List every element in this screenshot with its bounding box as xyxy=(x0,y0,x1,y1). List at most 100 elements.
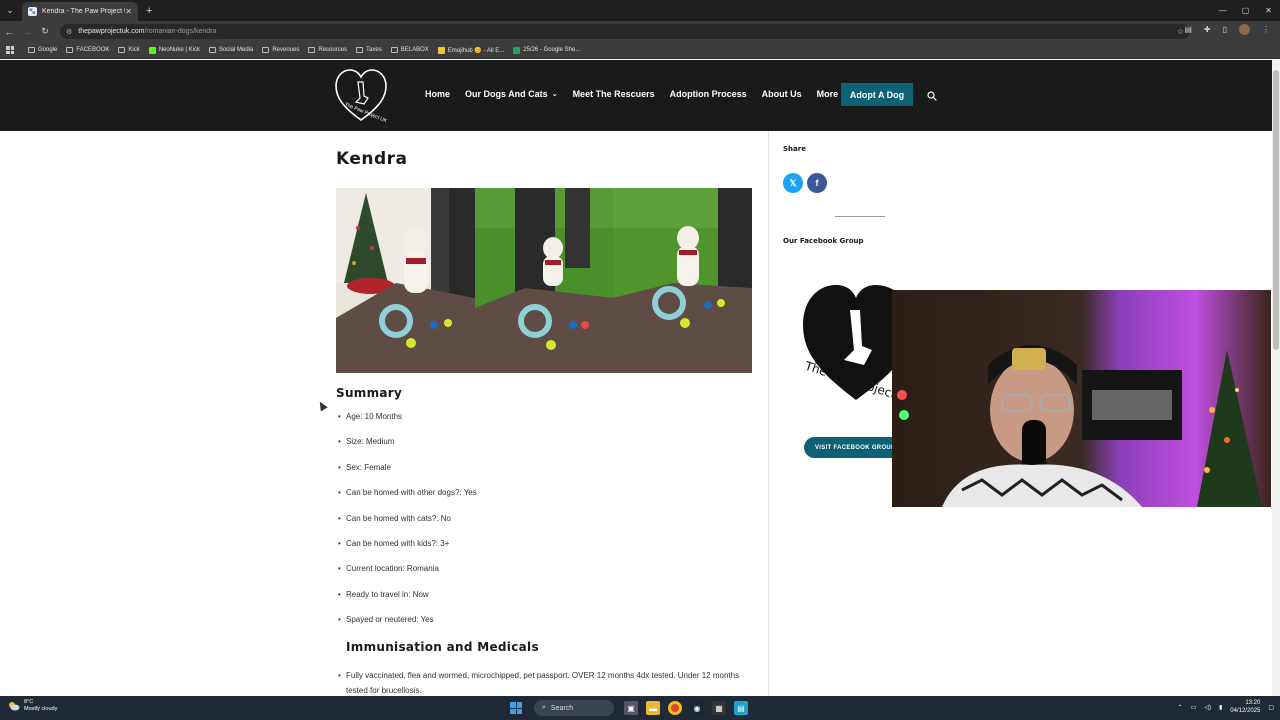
tray-overflow-icon[interactable]: ⌃ xyxy=(1178,704,1183,711)
browser-tab[interactable]: 🐾 Kendra - The Paw Project UK ✕ xyxy=(22,2,138,21)
share-x-button[interactable]: 𝕏 xyxy=(783,173,803,193)
share-facebook-button[interactable]: f xyxy=(807,173,827,193)
bookmark-item[interactable]: Social Media xyxy=(208,47,253,53)
main-nav: Home Our Dogs And Cats ⌄ Meet The Rescuers A… xyxy=(425,89,863,99)
nav-item-label: About Us xyxy=(761,89,802,99)
network-icon[interactable]: ▭ xyxy=(1191,704,1197,711)
extensions-area: ▤ ✚ ▯ ⋮ xyxy=(1184,24,1270,35)
steam-icon[interactable]: ◉ xyxy=(690,701,704,715)
url-domain: thepawprojectuk.com xyxy=(78,28,145,35)
chevron-down-icon: ⌄ xyxy=(551,91,558,98)
search-icon[interactable] xyxy=(927,88,937,106)
browser-tab-bar: ⌄ 🐾 Kendra - The Paw Project UK ✕ + — ▢ … xyxy=(0,0,1280,21)
bookmark-label: Emojihub 😊 - All E... xyxy=(447,47,505,54)
page-title: Kendra xyxy=(336,149,408,169)
immunisation-heading: Immunisation and Medicals xyxy=(346,640,539,654)
dog-photo-christmas-tree[interactable] xyxy=(336,188,475,373)
fact-item: Can be homed with other dogs?: Yes xyxy=(338,488,766,513)
media-icon[interactable]: ▤ xyxy=(1184,25,1192,34)
site-header: The Paw Project UK Home Our Dogs And Cats… xyxy=(0,60,1272,131)
folder-icon xyxy=(28,47,35,53)
nav-item-label: Home xyxy=(425,89,451,99)
app-icon[interactable]: ▦ xyxy=(712,701,726,715)
site-favicon-icon: 🐾 xyxy=(28,7,37,16)
bookmark-star-icon[interactable]: ☆ xyxy=(1177,27,1184,36)
nav-item-about-us[interactable]: About Us xyxy=(762,89,802,99)
task-view-icon[interactable]: ▣ xyxy=(624,701,638,715)
bookmarks-bar: Google FACEBOOK Kick NeoNuke | Kick Social M… xyxy=(0,42,1280,59)
apps-grid-icon[interactable] xyxy=(6,46,14,54)
nav-item-our-dogs-and-cats[interactable]: Our Dogs And Cats ⌄ xyxy=(465,89,558,99)
sidebar-icon[interactable]: ▯ xyxy=(1223,25,1227,34)
profile-avatar[interactable] xyxy=(1239,24,1250,35)
bookmark-item[interactable]: FACEBOOK xyxy=(66,47,109,53)
nav-item-meet-the-rescuers[interactable]: Meet The Rescuers xyxy=(573,89,655,99)
nav-item-label: Meet The Rescuers xyxy=(572,89,655,99)
back-icon[interactable]: ← xyxy=(0,27,18,37)
folder-icon xyxy=(66,47,74,53)
clock[interactable]: 13:20 04/12/2025 xyxy=(1230,699,1260,715)
taskbar-search-label: Search xyxy=(550,704,574,712)
sidebar-separator xyxy=(835,216,885,217)
battery-icon[interactable]: ▮ xyxy=(1219,704,1222,711)
fact-item: Ready to travel in: Now xyxy=(338,590,766,615)
bookmark-label: Google xyxy=(38,47,58,53)
taskbar-search[interactable]: ⌕ Search xyxy=(534,700,614,716)
notes-app-icon[interactable]: ▤ xyxy=(734,701,748,715)
bookmark-item[interactable]: NeoNuke | Kick xyxy=(148,46,200,54)
dog-photo-grass-2[interactable] xyxy=(613,188,753,373)
url-path: /romanian-dogs/kendra xyxy=(144,28,217,35)
dog-photo-gallery xyxy=(336,188,753,373)
reload-icon[interactable]: ↻ xyxy=(36,26,54,37)
new-tab-icon[interactable]: + xyxy=(146,5,152,17)
site-info-icon[interactable]: ⚙ xyxy=(66,28,72,36)
bookmark-item[interactable]: 25/26 - Google She... xyxy=(513,46,580,54)
fact-item: Can be homed with cats?: No xyxy=(338,514,766,539)
maximize-icon[interactable]: ▢ xyxy=(1234,0,1257,21)
nav-item-label: Adoption Process xyxy=(669,89,747,99)
dog-facts-list: Age: 10 MonthsSize: MediumSex: FemaleCan… xyxy=(338,412,766,641)
bookmark-item[interactable]: Resources xyxy=(308,47,347,53)
bookmark-label: BELABOX xyxy=(400,47,429,53)
weather-widget[interactable]: 8°C Mostly cloudy xyxy=(8,699,57,713)
bookmark-item[interactable]: Taxes xyxy=(356,47,382,53)
browser-menu-icon[interactable]: ⋮ xyxy=(1262,25,1270,34)
mouse-cursor xyxy=(316,399,328,412)
nav-item-adoption-process[interactable]: Adoption Process xyxy=(670,89,747,99)
folder-icon xyxy=(356,47,364,53)
bookmark-label: Taxes xyxy=(366,47,382,53)
sheets-icon xyxy=(513,46,521,54)
bookmark-label: FACEBOOK xyxy=(76,47,110,53)
nav-item-home[interactable]: Home xyxy=(425,89,450,99)
content-divider xyxy=(768,131,769,696)
bookmark-item[interactable]: Google xyxy=(28,47,57,53)
chrome-icon[interactable] xyxy=(668,701,682,715)
forward-icon[interactable]: → xyxy=(18,27,36,37)
close-tab-icon[interactable]: ✕ xyxy=(125,7,132,16)
folder-icon xyxy=(308,47,316,53)
bookmark-item[interactable]: Emojihub 😊 - All E... xyxy=(437,46,505,54)
file-explorer-icon[interactable]: ▬ xyxy=(646,701,660,715)
bookmark-item[interactable]: BELABOX xyxy=(390,47,429,53)
dog-photo-grass-1[interactable] xyxy=(474,188,614,373)
bookmark-item[interactable]: Revenues xyxy=(262,47,299,53)
paw-project-logo[interactable]: The Paw Project UK xyxy=(334,68,388,124)
adopt-a-dog-button[interactable]: Adopt A Dog xyxy=(841,83,913,106)
extensions-icon[interactable]: ✚ xyxy=(1204,25,1211,34)
volume-icon[interactable]: ◁) xyxy=(1204,704,1211,711)
scroll-thumb[interactable] xyxy=(1273,70,1279,350)
url-bar[interactable]: ⚙ thepawprojectuk.com/romanian-dogs/kend… xyxy=(60,24,1190,39)
close-window-icon[interactable]: ✕ xyxy=(1257,0,1280,21)
tab-search-icon[interactable]: ⌄ xyxy=(0,0,20,21)
fact-item: Current location: Romania xyxy=(338,564,766,589)
share-heading: Share xyxy=(783,145,806,153)
bookmark-label: Kick xyxy=(128,47,140,53)
minimize-icon[interactable]: — xyxy=(1211,0,1234,21)
clock-time: 13:20 xyxy=(1245,700,1261,706)
facebook-group-heading: Our Facebook Group xyxy=(783,237,864,245)
page-scrollbar[interactable] xyxy=(1272,60,1280,696)
notifications-icon[interactable]: ▢ xyxy=(1268,704,1274,711)
fact-item: Size: Medium xyxy=(338,437,766,462)
bookmark-item[interactable]: Kick xyxy=(118,47,140,53)
windows-start-icon[interactable] xyxy=(510,702,522,714)
